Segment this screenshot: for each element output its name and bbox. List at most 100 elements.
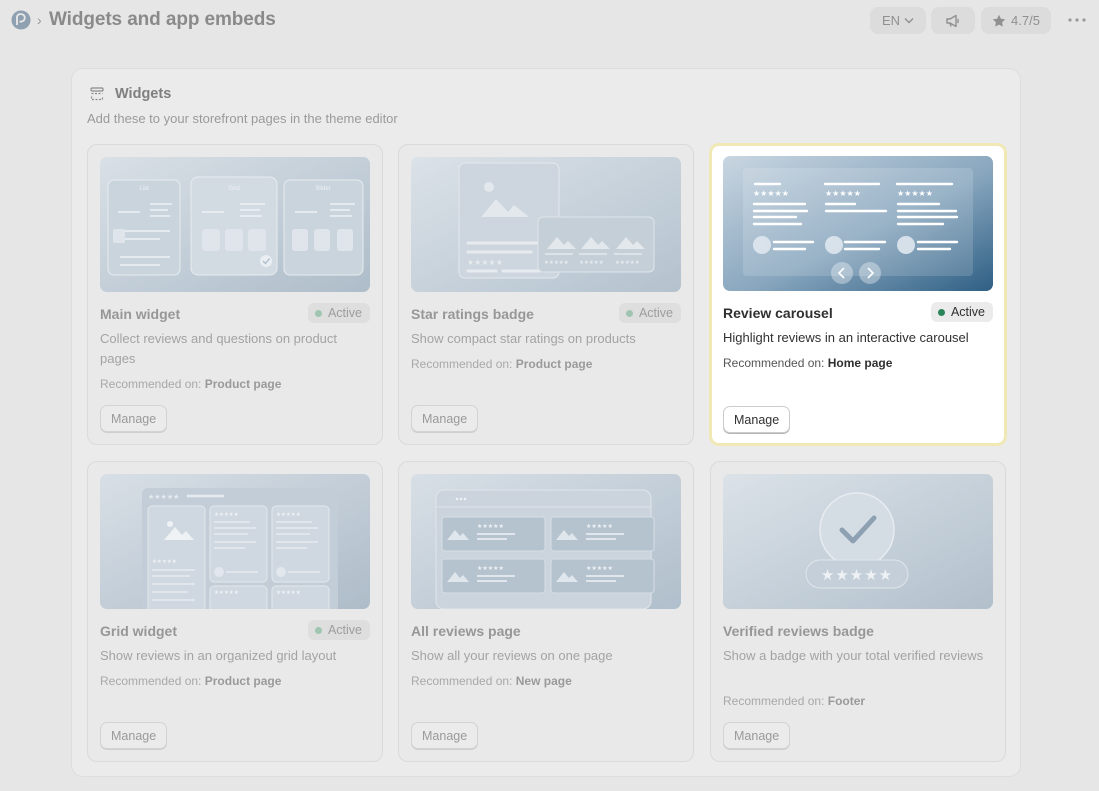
manage-button[interactable]: Manage [100,722,168,749]
widgets-panel: Widgets Add these to your storefront pag… [71,68,1021,777]
stars-glyph: ★★★★★ [214,512,239,518]
all-reviews-preview: ★★★★★ ★★★★★ ★★★★★ ★★★★★ [411,474,681,609]
verified-badge-preview: ★★★★★ [723,474,993,609]
recommended-on: Recommended on: New page [411,674,572,688]
recommended-page: New page [515,674,572,688]
card-title: Main widget [100,306,181,322]
stars-glyph: ★★★★★ [579,260,604,266]
stars-glyph: ★★★★★ [753,189,789,198]
stars-glyph: ★★★★★ [586,523,613,530]
breadcrumb-chevron-icon: › [37,12,42,28]
card-description: Show all your reviews on one page [411,648,613,663]
recommended-page: Product page [204,674,282,688]
main-widget-illustration: List Grid Slider [100,157,370,292]
status-badge: Active [930,302,993,322]
status-dot [625,309,633,317]
tab-slider-label: Slider [315,186,330,192]
recommended-on: Recommended on: Footer [723,694,865,708]
manage-button[interactable]: Manage [723,722,791,749]
card-description: Show reviews in an organized grid layout [100,648,337,663]
widget-card-star-ratings[interactable]: ★★★★★ ★★★★★ ★★★★★ ★★★★★ Star ratings badge… [398,144,694,445]
review-carousel-illustration: ★★★★★ ★★★★★ ★★★★★ [723,156,993,291]
page-title: Widgets and app embeds [49,9,276,30]
verified-badge-illustration: ★★★★★ [723,474,993,609]
recommended-on: Recommended on: Home page [723,356,892,370]
tab-list-label: List [139,186,149,192]
language-label: EN [881,13,901,28]
manage-button[interactable]: Manage [411,722,479,749]
status-label: Active [327,306,362,320]
recommended-on: Recommended on: Product page [100,674,281,688]
stars-glyph: ★★★★★ [477,523,504,530]
stars-glyph: ★★★★★ [897,189,933,198]
manage-button[interactable]: Manage [411,405,479,432]
rating-value: 4.7/5 [1011,13,1040,28]
recommended-prefix: Recommended on: [723,694,825,708]
app-rating-button[interactable]: 4.7/5 [981,7,1051,34]
stars-glyph: ★★★★★ [586,565,613,572]
recommended-prefix: Recommended on: [723,356,825,370]
review-carousel-preview: ★★★★★ ★★★★★ ★★★★★ [723,156,993,291]
recommended-page: Home page [827,356,893,370]
top-bar: › Widgets and app embeds EN 4.7/5 [0,0,1099,42]
stars-glyph: ★★★★★ [544,260,569,266]
recommended-prefix: Recommended on: [411,357,513,371]
widget-card-verified-badge[interactable]: ★★★★★ Verified reviews badge Show a badg… [710,461,1006,762]
all-reviews-illustration: ★★★★★ ★★★★★ ★★★★★ ★★★★★ [411,474,681,609]
app-logo-icon[interactable] [11,10,31,30]
star-ratings-illustration: ★★★★★ ★★★★★ ★★★★★ ★★★★★ [411,157,681,292]
recommended-prefix: Recommended on: [100,674,202,688]
stars-glyph: ★★★★★ [825,189,861,198]
stars-glyph: ★★★★★ [148,493,179,501]
status-label: Active [327,623,362,637]
recommended-page: Product page [515,357,593,371]
widget-card-all-reviews[interactable]: ★★★★★ ★★★★★ ★★★★★ ★★★★★ All reviews page Sh… [398,461,694,762]
stars-glyph: ★★★★★ [477,565,504,572]
stars-glyph: ★★★★★ [276,512,301,518]
main-widget-preview: List Grid Slider [100,157,370,292]
panel-subtitle: Add these to your storefront pages in th… [87,111,398,126]
panel-title: Widgets [115,86,172,102]
manage-button[interactable]: Manage [100,405,168,432]
stars-glyph: ★★★★★ [276,590,301,596]
status-dot [937,308,945,316]
recommended-prefix: Recommended on: [411,674,513,688]
chevron-down-icon [904,18,914,24]
widget-card-grid[interactable]: ★★★★★ ★★★★★ ★★★★★ ★★★★★ ★★★★★ ★★★★★ Grid wid… [87,461,383,762]
megaphone-icon [946,14,959,27]
grid-widget-preview: ★★★★★ ★★★★★ ★★★★★ ★★★★★ ★★★★★ ★★★★★ [100,474,370,609]
recommended-page: Footer [827,694,866,708]
status-dot [314,626,322,634]
stars-glyph: ★★★★★ [615,260,640,266]
recommended-page: Product page [204,377,282,391]
status-dot [314,309,322,317]
card-description: Highlight reviews in an interactive caro… [723,330,969,345]
recommended-prefix: Recommended on: [100,377,202,391]
status-badge: Active [307,620,370,640]
status-label: Active [638,306,673,320]
card-description: Show compact star ratings on products [411,331,636,346]
card-title: All reviews page [411,623,521,639]
tab-grid-label: Grid [228,186,239,192]
star-icon [992,14,1006,27]
card-title: Grid widget [100,623,177,639]
status-label: Active [950,305,985,319]
grid-widget-illustration: ★★★★★ ★★★★★ ★★★★★ ★★★★★ ★★★★★ ★★★★★ [100,474,370,609]
recommended-on: Recommended on: Product page [411,357,592,371]
manage-button[interactable]: Manage [723,406,791,433]
recommended-on: Recommended on: Product page [100,377,281,391]
card-title: Verified reviews badge [723,623,874,639]
widgets-icon [90,87,104,101]
card-title: Review carousel [723,305,833,321]
stars-glyph: ★★★★★ [467,258,503,267]
announcements-button[interactable] [931,7,975,34]
widget-card-main[interactable]: List Grid Slider Main widget Active Coll… [87,144,383,445]
card-description: Show a badge with your total verified re… [723,648,984,663]
star-ratings-preview: ★★★★★ ★★★★★ ★★★★★ ★★★★★ [411,157,681,292]
more-options-icon[interactable] [1066,14,1088,26]
status-badge: Active [307,303,370,323]
status-badge: Active [618,303,681,323]
widget-card-review-carousel[interactable]: ★★★★★ ★★★★★ ★★★★★ Review carousel Active H… [709,143,1007,446]
card-description: Collect reviews and questions on product… [100,331,338,366]
language-selector[interactable]: EN [870,7,926,34]
